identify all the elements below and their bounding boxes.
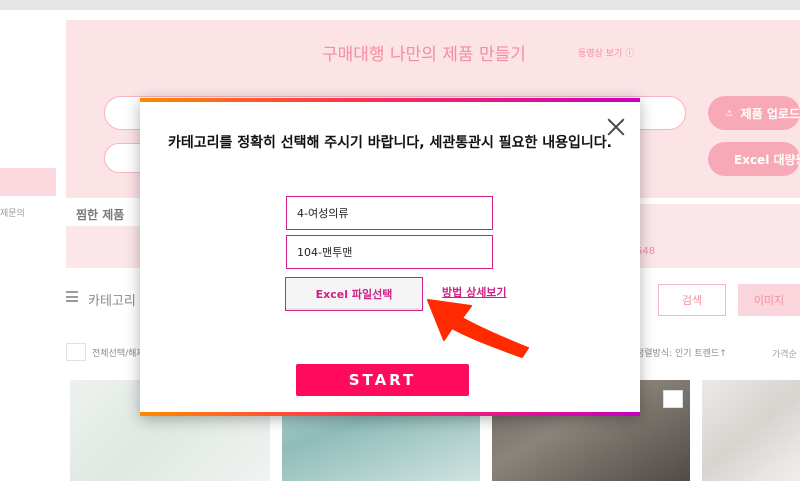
category-level2-field[interactable] [286,235,493,269]
category-modal: 카테고리를 정확히 선택해 주시기 바랍니다, 세관통관시 필요한 내용입니다.… [140,98,640,416]
help-details-link[interactable]: 방법 상세보기 [442,284,507,300]
modal-message: 카테고리를 정확히 선택해 주시기 바랍니다, 세관통관시 필요한 내용입니다. [167,135,613,151]
start-button[interactable]: START [296,364,469,396]
excel-file-select-button[interactable]: Excel 파일선택 [285,277,423,311]
category-level1-field[interactable] [286,196,493,230]
